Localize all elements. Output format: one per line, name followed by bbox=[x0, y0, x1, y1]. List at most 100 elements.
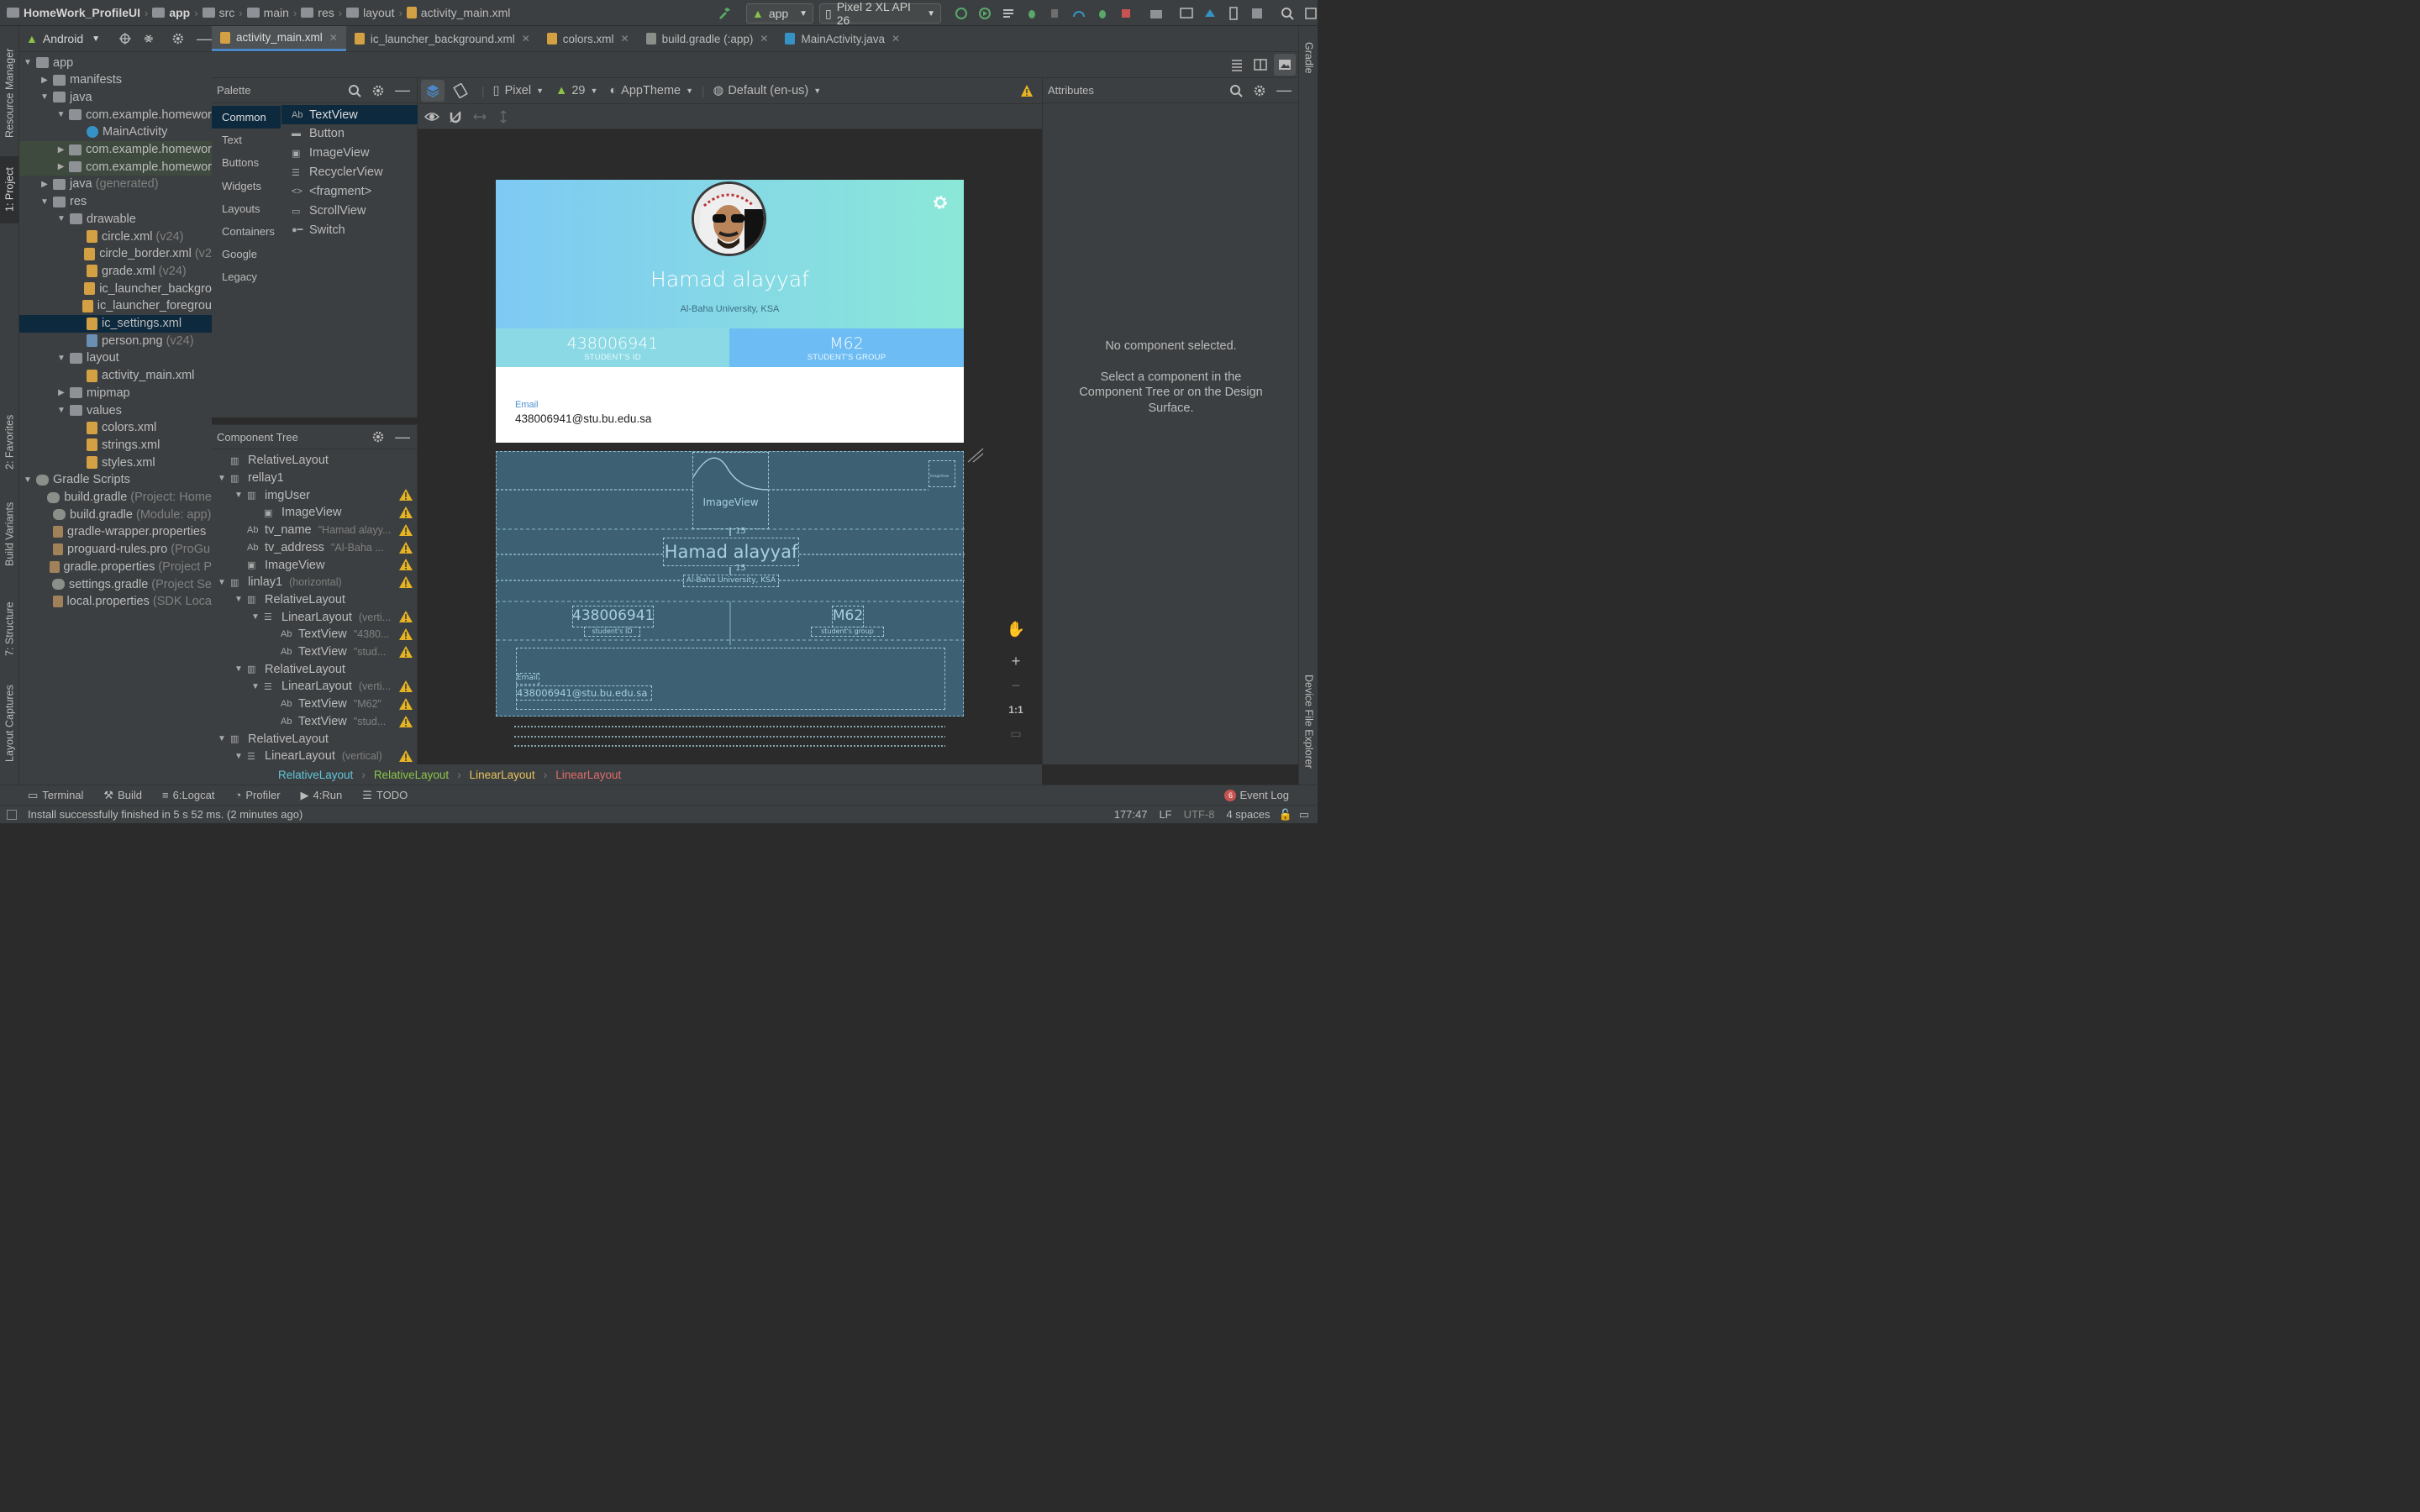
chevron-down-icon[interactable]: ▼ bbox=[250, 682, 260, 691]
indent-setting[interactable]: 4 spaces bbox=[1226, 808, 1270, 821]
chevron-down-icon[interactable]: ▼ bbox=[234, 664, 244, 674]
tool-tab-project[interactable]: 1: Project bbox=[0, 156, 19, 223]
code-view-icon[interactable] bbox=[1230, 58, 1244, 71]
project-tree-item[interactable]: local.properties (SDK Loca bbox=[19, 593, 212, 611]
resize-handle-icon[interactable] bbox=[966, 447, 985, 464]
chevron-down-icon[interactable]: ▼ bbox=[217, 474, 227, 483]
project-tree-item[interactable]: gradle.properties (Project P bbox=[19, 558, 212, 575]
palette-category[interactable]: Widgets bbox=[212, 175, 281, 197]
zoom-in-button[interactable]: + bbox=[1003, 649, 1028, 673]
chevron-down-icon[interactable]: ▼ bbox=[56, 354, 66, 363]
breadcrumb-main[interactable]: main bbox=[264, 6, 289, 19]
warning-icon[interactable] bbox=[399, 628, 413, 640]
project-tree-item[interactable]: activity_main.xml bbox=[19, 367, 212, 385]
orientation-icon[interactable] bbox=[453, 83, 468, 98]
chevron-down-icon[interactable]: ▼ bbox=[234, 595, 244, 604]
user-avatar[interactable] bbox=[692, 181, 766, 256]
chevron-down-icon[interactable]: ▼ bbox=[92, 34, 100, 44]
warning-icon[interactable] bbox=[399, 611, 413, 623]
project-tree-item[interactable]: ▼ drawable bbox=[19, 210, 212, 228]
editor-tab[interactable]: activity_main.xml ✕ bbox=[212, 26, 346, 51]
breadcrumb-src[interactable]: src bbox=[219, 6, 235, 19]
project-tree-item[interactable]: circle.xml (v24) bbox=[19, 228, 212, 245]
project-tree-item[interactable]: ▶ mipmap bbox=[19, 384, 212, 402]
component-tree-row[interactable]: ▼ ▥ RelativeLayout bbox=[212, 660, 418, 678]
warning-icon[interactable] bbox=[399, 489, 413, 501]
tool-tab-gradle[interactable]: Gradle bbox=[1299, 33, 1318, 83]
warning-icon[interactable] bbox=[1020, 84, 1034, 97]
chevron-down-icon[interactable]: ▼ bbox=[39, 92, 50, 102]
memory-indicator-icon[interactable]: ▭ bbox=[1299, 808, 1309, 822]
project-tree-item[interactable]: ic_launcher_foregrou bbox=[19, 297, 212, 315]
component-tree-row[interactable]: Ab TextView "stud... bbox=[212, 643, 418, 661]
component-tree-row[interactable]: Ab TextView "stud... bbox=[212, 713, 418, 731]
palette-item[interactable]: <> <fragment> bbox=[281, 182, 418, 202]
palette-category[interactable]: Legacy bbox=[212, 265, 281, 288]
project-tree-item[interactable]: proguard-rules.pro (ProGu bbox=[19, 541, 212, 559]
component-tree-row[interactable]: ▼ ▥ RelativeLayout bbox=[212, 730, 418, 748]
lock-icon[interactable]: 🔓 bbox=[1279, 808, 1292, 822]
component-tree-row[interactable]: ▥ RelativeLayout bbox=[212, 452, 418, 470]
chevron-down-icon[interactable]: ▼ bbox=[56, 214, 66, 223]
project-tree-item[interactable]: MainActivity bbox=[19, 123, 212, 141]
device-select[interactable]: ▯ Pixel 2 XL API 26 ▼ bbox=[819, 0, 941, 27]
close-icon[interactable]: ✕ bbox=[621, 33, 629, 45]
palette-category[interactable]: Common bbox=[212, 106, 281, 129]
component-tree-row[interactable]: Ab tv_name "Hamad alayy... bbox=[212, 522, 418, 539]
gradle-sync-icon[interactable] bbox=[1250, 7, 1264, 20]
split-view-icon[interactable] bbox=[1254, 58, 1267, 71]
palette-item[interactable]: ▭ ScrollView bbox=[281, 202, 418, 221]
zoom-out-button[interactable]: − bbox=[1003, 674, 1028, 697]
chevron-right-icon[interactable]: ▶ bbox=[39, 76, 50, 85]
chevron-down-icon[interactable]: ▼ bbox=[217, 578, 227, 587]
design-mode-button[interactable] bbox=[421, 80, 445, 102]
attach-debugger-icon[interactable] bbox=[1049, 7, 1062, 20]
chevron-down-icon[interactable]: ▼ bbox=[234, 491, 244, 500]
palette-category[interactable]: Buttons bbox=[212, 151, 281, 174]
component-tree-row[interactable]: ▣ ImageView bbox=[212, 504, 418, 522]
breadcrumb-project[interactable]: HomeWork_ProfileUI bbox=[24, 6, 140, 19]
toggle-tool-windows-icon[interactable] bbox=[7, 809, 17, 820]
project-tree-item[interactable]: person.png (v24) bbox=[19, 332, 212, 349]
device-preview-select[interactable]: ▯ Pixel ▼ bbox=[493, 84, 544, 97]
project-tree-item[interactable]: ▼ layout bbox=[19, 349, 212, 367]
stop-icon[interactable] bbox=[1119, 7, 1133, 20]
chevron-right-icon[interactable]: ▶ bbox=[56, 162, 66, 171]
tool-tab-favorites[interactable]: 2: Favorites bbox=[0, 404, 19, 480]
sync-icon[interactable] bbox=[1002, 7, 1015, 20]
component-tree-row[interactable]: ▼ ☰ LinearLayout (verti... bbox=[212, 678, 418, 696]
component-tree-row[interactable]: ▼ ☰ LinearLayout (verti... bbox=[212, 608, 418, 626]
bottom-tool-terminal[interactable]: ▭ Terminal bbox=[28, 789, 83, 802]
project-tree-item[interactable]: styles.xml bbox=[19, 454, 212, 471]
bug-icon[interactable] bbox=[1096, 7, 1109, 20]
project-structure-icon[interactable] bbox=[1150, 7, 1163, 20]
bottom-tool-logcat[interactable]: ≡ 6: Logcat bbox=[162, 789, 214, 801]
layout-inspector-icon[interactable] bbox=[1180, 7, 1193, 20]
component-tree-row[interactable]: ▼ ▥ rellay1 bbox=[212, 470, 418, 487]
warning-icon[interactable] bbox=[399, 507, 413, 519]
component-tree-row[interactable]: ▼ ☰ LinearLayout (vertical) bbox=[212, 748, 418, 765]
search-icon[interactable] bbox=[1229, 84, 1243, 97]
project-tree-item[interactable]: circle_border.xml (v2 bbox=[19, 245, 212, 263]
tool-tab-device-file-explorer[interactable]: Device File Explorer bbox=[1299, 664, 1318, 778]
device-preview[interactable]: Hamad alayyaf Al-Baha University, KSA 43… bbox=[496, 180, 964, 443]
gear-icon[interactable] bbox=[371, 430, 385, 444]
caret-position[interactable]: 177:47 bbox=[1114, 808, 1148, 821]
settings-gear-icon[interactable] bbox=[933, 195, 948, 210]
warning-icon[interactable] bbox=[399, 645, 413, 658]
gear-icon[interactable] bbox=[171, 32, 185, 45]
profile-icon[interactable] bbox=[1072, 7, 1086, 20]
design-view-icon[interactable] bbox=[1278, 58, 1292, 71]
component-tree-row[interactable]: ▼ ▥ linlay1 (horizontal) bbox=[212, 574, 418, 591]
debug-icon[interactable] bbox=[1025, 7, 1039, 20]
zoom-reset-button[interactable]: 1:1 bbox=[1003, 698, 1028, 722]
palette-category[interactable]: Layouts bbox=[212, 197, 281, 220]
breadcrumb-file[interactable]: activity_main.xml bbox=[421, 6, 511, 19]
horizontal-arrows-icon[interactable] bbox=[473, 110, 487, 123]
locate-icon[interactable] bbox=[118, 32, 132, 45]
hammer-icon[interactable] bbox=[718, 7, 731, 20]
breadcrumb-layout[interactable]: layout bbox=[363, 6, 394, 19]
layout-breadcrumb-item[interactable]: RelativeLayout bbox=[278, 769, 353, 781]
project-tree-item[interactable]: ▶ manifests bbox=[19, 71, 212, 89]
line-separator[interactable]: LF bbox=[1159, 808, 1171, 821]
